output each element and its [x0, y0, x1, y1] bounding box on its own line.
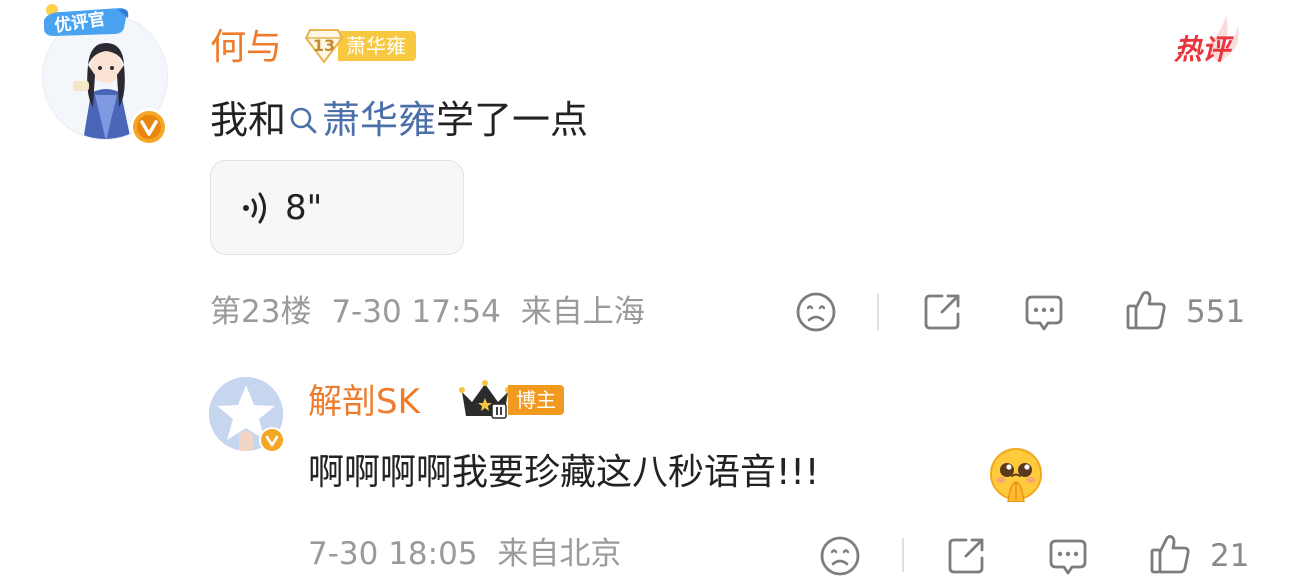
voice-message[interactable]: 8" — [210, 160, 464, 255]
pleading-face-icon — [988, 446, 1044, 503]
crown-icon — [459, 380, 511, 419]
blogger-label: 博主 — [508, 385, 564, 415]
thumbs-up-icon[interactable] — [1124, 288, 1168, 332]
mention-text: 萧华雍 — [322, 98, 437, 142]
fan-level: 13 — [312, 36, 336, 55]
content-prefix: 我和 — [210, 98, 287, 142]
reply-meta: 7-30 18:05 来自北京 — [308, 532, 621, 576]
reply-thumbs-up-icon[interactable] — [1148, 532, 1192, 576]
comment-content: 我和 萧华雍 学了一点 — [210, 96, 588, 144]
reply-content: 啊啊啊啊我要珍藏这八秒语音!!! — [308, 452, 820, 493]
verified-icon — [128, 106, 170, 148]
blogger-badge: 博主 — [458, 378, 564, 422]
reply-share-icon[interactable] — [944, 534, 988, 578]
content-suffix: 学了一点 — [436, 98, 589, 142]
author-name[interactable]: 何与 — [210, 26, 282, 70]
fan-badge[interactable]: 13 萧华雍 — [304, 28, 416, 64]
fan-level-icon: 13 — [304, 28, 344, 64]
share-icon[interactable] — [920, 290, 964, 334]
reply-author-name[interactable]: 解剖SK — [308, 380, 420, 424]
youping-badge: 优评官 — [40, 0, 132, 40]
fan-group-name: 萧华雍 — [338, 31, 416, 61]
reply-sad-face-icon[interactable] — [818, 534, 862, 578]
sad-face-icon[interactable] — [794, 290, 838, 334]
mention-link[interactable]: 萧华雍 — [286, 96, 436, 144]
hot-comment-badge: 热评 — [1168, 12, 1248, 66]
hot-label: 热评 — [1174, 33, 1231, 66]
floor-number: 第23楼 — [210, 294, 312, 330]
voice-duration: 8" — [285, 187, 323, 228]
like-count: 551 — [1186, 294, 1246, 330]
reply-location: 来自北京 — [497, 536, 622, 572]
reply-time: 7-30 18:05 — [308, 536, 478, 572]
reply-like-count: 21 — [1210, 538, 1250, 574]
comment-meta: 第23楼 7-30 17:54 来自上海 — [210, 290, 645, 334]
reply-action-divider — [902, 538, 904, 572]
reply-verified-icon — [258, 426, 286, 454]
comment-location: 来自上海 — [520, 294, 645, 330]
reply-comment-icon[interactable] — [1046, 534, 1090, 578]
search-icon — [290, 107, 317, 134]
sound-wave-icon — [243, 192, 266, 223]
comment-icon[interactable] — [1022, 290, 1066, 334]
action-divider — [877, 294, 879, 330]
comment-time: 7-30 17:54 — [331, 294, 501, 330]
